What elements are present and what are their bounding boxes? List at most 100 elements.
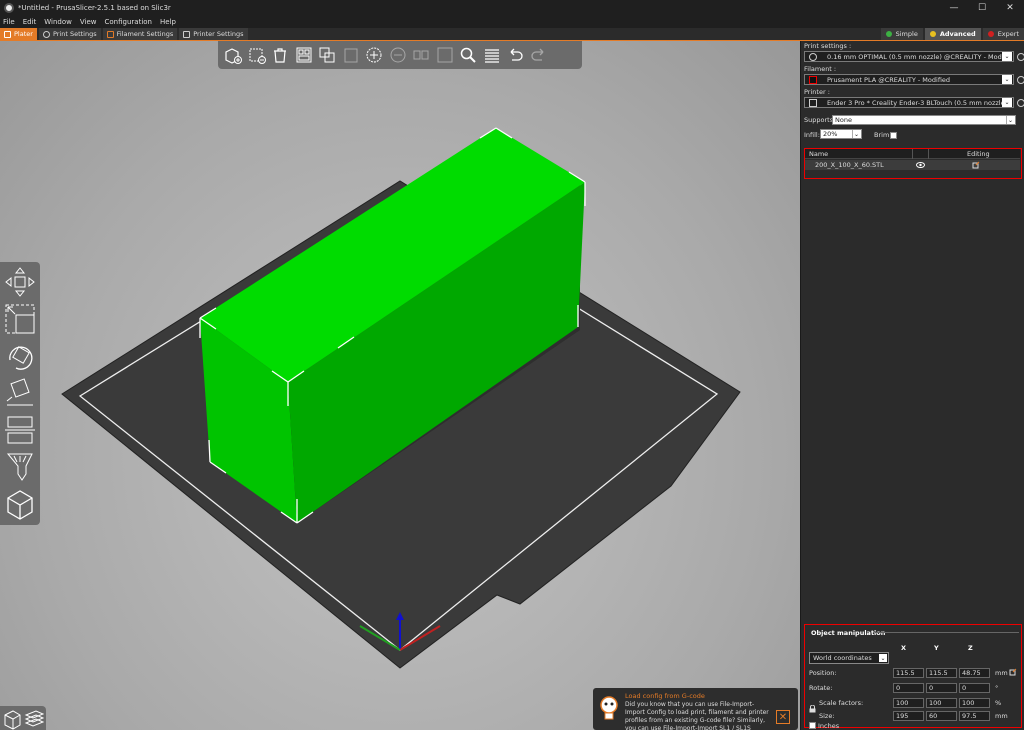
preview-layers-icon[interactable]	[24, 709, 44, 730]
printer-profile-value: Ender 3 Pro * Creality Ender-3 BLTouch (…	[827, 98, 1002, 107]
layers-icon[interactable]	[481, 44, 503, 66]
notification-title[interactable]: Load config from G-code	[625, 692, 705, 700]
3d-view-icon[interactable]	[3, 709, 21, 730]
eye-icon[interactable]	[916, 162, 925, 168]
menu-help[interactable]: Help	[160, 18, 176, 26]
tab-print-settings[interactable]: Print Settings	[38, 28, 101, 40]
move-icon[interactable]	[4, 266, 36, 298]
size-y-input[interactable]: 60	[926, 711, 957, 721]
maximize-button[interactable]: ☐	[968, 0, 996, 16]
position-z-input[interactable]: 48.75	[959, 668, 990, 678]
menu-file[interactable]: File	[3, 18, 15, 26]
size-unit: mm	[995, 712, 1008, 720]
column-name[interactable]: Name	[809, 150, 828, 158]
scale-x-input[interactable]: 100	[893, 698, 924, 708]
menu-configuration[interactable]: Configuration	[105, 18, 152, 26]
scale-label: Scale factors:	[819, 699, 864, 707]
mode-expert[interactable]: Expert	[982, 28, 1024, 40]
print-settings-gear-icon[interactable]	[1017, 53, 1024, 61]
drop-to-bed-icon[interactable]	[1009, 668, 1017, 676]
arrange-icon[interactable]	[293, 44, 315, 66]
notification-close-button[interactable]: ✕	[776, 710, 790, 724]
table-row[interactable]: 200_X_100_X_60.STL	[805, 160, 1020, 170]
object-list: Name Editing 200_X_100_X_60.STL	[804, 148, 1022, 179]
chevron-down-icon: ⌄	[1006, 116, 1014, 124]
scale-icon[interactable]	[4, 303, 36, 335]
printer-profile-combo[interactable]: Ender 3 Pro * Creality Ender-3 BLTouch (…	[804, 97, 1014, 108]
menu-window[interactable]: Window	[44, 18, 72, 26]
mode-selector: Simple Advanced Expert	[879, 28, 1024, 40]
edit-icon[interactable]	[972, 161, 980, 169]
close-button[interactable]: ✕	[996, 0, 1024, 16]
lock-icon[interactable]	[809, 705, 816, 713]
place-on-face-icon[interactable]	[4, 377, 36, 409]
delete-all-icon[interactable]	[269, 44, 291, 66]
brim-checkbox[interactable]	[890, 132, 897, 139]
size-x-input[interactable]: 195	[893, 711, 924, 721]
chevron-down-icon: ⌄	[879, 654, 887, 662]
supports-value: None	[835, 116, 852, 124]
window-title: *Untitled - PrusaSlicer-2.5.1 based on S…	[18, 4, 171, 12]
scale-y-input[interactable]: 100	[926, 698, 957, 708]
right-sidebar: Print settings : 0.16 mm OPTIMAL (0.5 mm…	[800, 41, 1024, 730]
mode-dot-icon	[885, 31, 892, 37]
column-z: Z	[968, 644, 973, 652]
menu-view[interactable]: View	[80, 18, 97, 26]
object-list-header: Name Editing	[805, 149, 1020, 159]
chevron-down-icon: ⌄	[1002, 75, 1012, 84]
position-x-input[interactable]: 115.5	[893, 668, 924, 678]
rotate-x-input[interactable]: 0	[893, 683, 924, 693]
gear-icon	[809, 52, 817, 61]
printer-settings-gear-icon[interactable]	[1017, 99, 1024, 107]
paint-supports-icon[interactable]	[4, 451, 36, 483]
paste-icon	[340, 44, 362, 66]
rotate-icon[interactable]	[4, 340, 36, 372]
add-icon[interactable]	[222, 44, 244, 66]
object-manipulation-panel: Object manipulation X Y Z World coordina…	[804, 624, 1022, 730]
divider	[875, 632, 1019, 633]
position-y-input[interactable]: 115.5	[926, 668, 957, 678]
supports-select[interactable]: None ⌄	[832, 115, 1016, 125]
3d-viewport[interactable]: Load config from G-code Did you know tha…	[0, 41, 800, 730]
infill-label: Infill:	[804, 131, 820, 139]
copy-icon[interactable]	[316, 44, 338, 66]
mode-simple[interactable]: Simple	[880, 28, 923, 40]
rotate-unit: °	[995, 684, 999, 692]
delete-icon[interactable]	[246, 44, 268, 66]
menu-edit[interactable]: Edit	[23, 18, 37, 26]
undo-icon[interactable]	[504, 44, 526, 66]
mode-label: Advanced	[939, 30, 976, 38]
filament-profile-value: Prusament PLA @CREALITY - Modified	[827, 75, 951, 84]
cut-icon[interactable]	[4, 414, 36, 446]
rotate-z-input[interactable]: 0	[959, 683, 990, 693]
hint-notification: Load config from G-code Did you know tha…	[593, 688, 798, 730]
remove-instance-icon	[387, 44, 409, 66]
filament-settings-gear-icon[interactable]	[1017, 76, 1024, 84]
search-icon[interactable]	[457, 44, 479, 66]
rotate-y-input[interactable]: 0	[926, 683, 957, 693]
scale-z-input[interactable]: 100	[959, 698, 990, 708]
column-y: Y	[934, 644, 939, 652]
column-editing[interactable]: Editing	[967, 150, 990, 158]
add-instance-icon[interactable]	[363, 44, 385, 66]
inches-checkbox[interactable]	[809, 722, 816, 729]
mode-advanced[interactable]: Advanced	[924, 28, 981, 40]
print-profile-combo[interactable]: 0.16 mm OPTIMAL (0.5 mm nozzle) @CREALIT…	[804, 51, 1014, 62]
brim-label: Brim:	[874, 131, 892, 139]
seam-icon[interactable]	[4, 488, 36, 520]
tab-bar: Plater Print Settings Filament Settings …	[0, 28, 1024, 41]
infill-select[interactable]: 20% ⌄	[820, 129, 862, 139]
filament-profile-combo[interactable]: Prusament PLA @CREALITY - Modified ⌄	[804, 74, 1014, 85]
infill-value: 20%	[823, 130, 838, 138]
window-controls: — ☐ ✕	[940, 0, 1024, 16]
tab-filament-settings[interactable]: Filament Settings	[102, 28, 178, 40]
tab-plater[interactable]: Plater	[0, 28, 37, 40]
plater-icon	[4, 30, 11, 38]
size-z-input[interactable]: 97.5	[959, 711, 990, 721]
chevron-down-icon: ⌄	[1002, 52, 1012, 61]
coordinates-select[interactable]: World coordinates ⌄	[809, 652, 889, 664]
chevron-down-icon: ⌄	[852, 130, 860, 138]
tab-printer-settings[interactable]: Printer Settings	[179, 28, 248, 40]
minimize-button[interactable]: —	[940, 0, 968, 16]
gear-icon	[42, 30, 50, 38]
